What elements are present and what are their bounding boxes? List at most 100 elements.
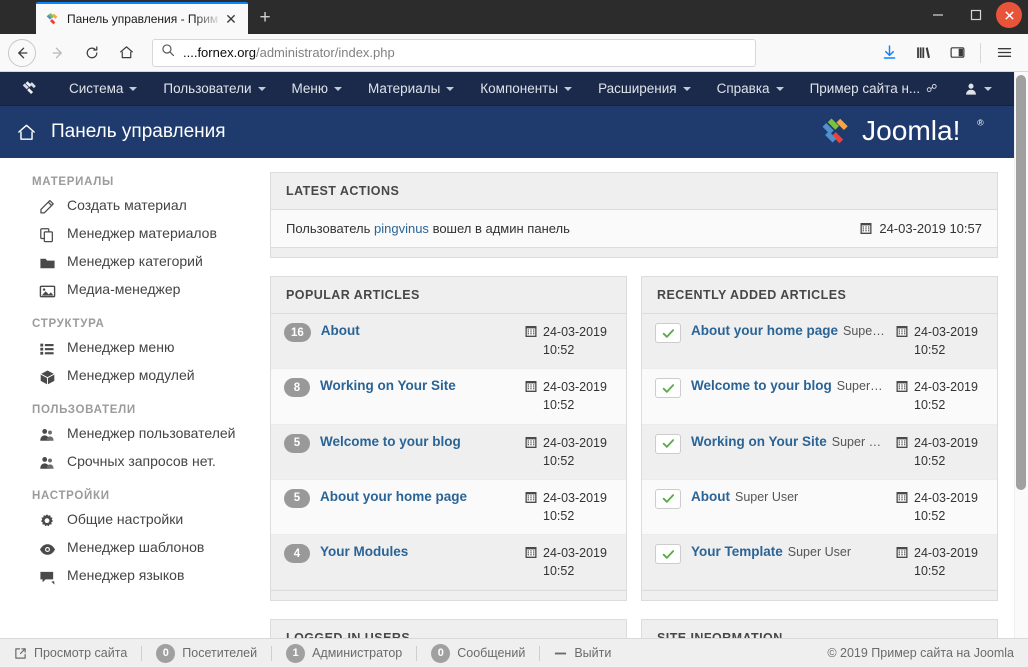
window-minimize-button[interactable] [920, 1, 956, 29]
menu-item-users[interactable]: Пользователи [150, 72, 278, 106]
sidebar-item-label: Менеджер меню [67, 339, 175, 355]
administrators-status[interactable]: 1 Администратор [286, 643, 402, 663]
article-info: 4 Your Modules [284, 544, 525, 580]
panel-popular-articles: POPULAR ARTICLES 16 About 24-03-2019 10:… [270, 276, 627, 602]
home-button-icon[interactable] [110, 38, 142, 68]
new-tab-button[interactable]: + [248, 2, 282, 34]
visitors-status[interactable]: 0 Посетителей [156, 643, 257, 663]
tab-close-icon[interactable]: ✕ [222, 12, 240, 26]
table-row[interactable]: About your home page Supe… 24-03-2019 10… [642, 314, 997, 370]
page-scrollbar-thumb[interactable] [1016, 75, 1026, 490]
page-header: Панель управления Joomla! ® [0, 106, 1028, 158]
window-controls [920, 0, 1028, 30]
article-title-link[interactable]: Welcome to your blog [691, 378, 832, 393]
preview-site-link[interactable]: Просмотр сайта [14, 646, 127, 660]
visitors-count-badge: 0 [156, 643, 176, 663]
sidebar-item-article-manager[interactable]: Менеджер материалов [32, 225, 242, 244]
table-row[interactable]: About Super User 24-03-2019 10:52 [642, 479, 997, 535]
home-icon [16, 122, 37, 143]
article-title-link[interactable]: About your home page [320, 489, 467, 504]
article-date-text: 24-03-2019 10:52 [543, 546, 607, 579]
publish-state-toggle[interactable] [655, 323, 681, 343]
sidebar-item-label: Менеджер материалов [67, 225, 217, 241]
action-text-prefix: Пользователь [286, 221, 371, 236]
publish-state-toggle[interactable] [655, 544, 681, 564]
article-date-text: 24-03-2019 10:52 [543, 490, 607, 523]
article-title-link[interactable]: Your Template [691, 544, 783, 559]
url-bar[interactable]: ....fornex.org/administrator/index.php [152, 38, 756, 67]
sidebar-item-user-manager[interactable]: Менеджер пользователей [32, 425, 242, 444]
library-icon[interactable] [907, 38, 939, 68]
article-title-link[interactable]: Working on Your Site [320, 378, 456, 393]
menu-item-label: Материалы [368, 81, 441, 96]
article-title-link[interactable]: About your home page [691, 323, 838, 338]
table-row[interactable]: 4 Your Modules 24-03-2019 10:52 [271, 535, 626, 591]
action-user-link[interactable]: pingvinus [374, 221, 429, 236]
menu-item-site-preview[interactable]: Пример сайта н... ☍ [797, 72, 951, 106]
sidebar-item-media-manager[interactable]: Медиа-менеджер [32, 281, 242, 300]
messages-count-badge: 0 [431, 643, 451, 663]
table-row[interactable]: 5 About your home page 24-03-2019 10:52 [271, 479, 626, 535]
page-title: Панель управления [51, 121, 226, 142]
sidebar-item-menu-manager[interactable]: Менеджер меню [32, 339, 242, 358]
logout-link[interactable]: Выйти [554, 646, 611, 660]
joomla-admin: Система Пользователи Меню Материалы Комп… [0, 72, 1028, 667]
check-icon [662, 328, 674, 338]
pencil-icon [38, 198, 56, 216]
publish-state-toggle[interactable] [655, 378, 681, 399]
sidebar-item-label: Менеджер пользователей [67, 425, 236, 441]
article-title-link[interactable]: Your Modules [320, 544, 408, 559]
user-menu-button[interactable] [954, 82, 1002, 96]
panel-footer [642, 590, 997, 601]
sidebar-item-module-manager[interactable]: Менеджер модулей [32, 367, 242, 386]
browser-tab-bar: Панель управления - Прим ✕ + [0, 0, 1028, 34]
sidebar-item-global-configuration[interactable]: Общие настройки [32, 511, 242, 530]
article-title-link[interactable]: About [321, 323, 360, 338]
messages-status[interactable]: 0 Сообщений [431, 643, 525, 663]
publish-state-toggle[interactable] [655, 488, 681, 509]
sidebar-item-language-manager[interactable]: Менеджер языков [32, 567, 242, 586]
menu-item-menus[interactable]: Меню [279, 72, 356, 106]
panel-footer [271, 590, 626, 601]
article-info: Working on Your Site Super … [655, 433, 896, 470]
column-left: POPULAR ARTICLES 16 About 24-03-2019 10:… [270, 276, 627, 667]
table-row[interactable]: 8 Working on Your Site 24-03-2019 10:52 [271, 369, 626, 425]
window-maximize-button[interactable] [958, 1, 994, 29]
article-info: 5 About your home page [284, 488, 525, 525]
menu-item-content[interactable]: Материалы [355, 72, 467, 106]
calendar-icon [525, 491, 537, 503]
table-row[interactable]: 16 About 24-03-2019 10:52 [271, 314, 626, 370]
menu-item-label: Меню [291, 81, 329, 96]
svg-text:Joomla!: Joomla! [862, 115, 960, 146]
page-scrollbar-track[interactable] [1014, 72, 1028, 667]
publish-state-toggle[interactable] [655, 433, 681, 454]
menu-item-extensions[interactable]: Расширения [585, 72, 704, 106]
article-title-link[interactable]: Welcome to your blog [320, 434, 461, 449]
menu-item-help[interactable]: Справка [704, 72, 797, 106]
sidebar-icon[interactable] [941, 38, 973, 68]
sidebar-item-new-article[interactable]: Создать материал [32, 197, 242, 216]
article-title-link[interactable]: Working on Your Site [691, 434, 827, 449]
eye-icon [38, 540, 56, 558]
reload-button-icon[interactable] [76, 38, 108, 68]
table-row[interactable]: Welcome to your blog Super… 24-03-2019 1… [642, 369, 997, 425]
window-close-button[interactable] [996, 2, 1022, 28]
sidebar-item-template-manager[interactable]: Менеджер шаблонов [32, 539, 242, 558]
calendar-icon [896, 436, 908, 448]
back-button-icon[interactable] [8, 38, 36, 67]
sidebar-item-no-urgent-requests[interactable]: Срочных запросов нет. [32, 453, 242, 472]
article-date-text: 24-03-2019 10:52 [914, 435, 978, 468]
joomla-mark-icon[interactable] [18, 78, 40, 100]
sidebar-item-category-manager[interactable]: Менеджер категорий [32, 253, 242, 272]
table-row[interactable]: Working on Your Site Super … 24-03-2019 … [642, 424, 997, 480]
menu-item-system[interactable]: Система [56, 72, 150, 106]
table-row[interactable]: 5 Welcome to your blog 24-03-2019 10:52 [271, 424, 626, 480]
menu-item-components[interactable]: Компоненты [467, 72, 585, 106]
browser-toolbar-right [873, 38, 1020, 68]
download-icon[interactable] [873, 38, 905, 68]
browser-tab[interactable]: Панель управления - Прим ✕ [36, 2, 248, 34]
sidebar-group-title-settings: НАСТРОЙКИ [32, 490, 110, 502]
table-row[interactable]: Your Template Super User 24-03-2019 10:5… [642, 535, 997, 591]
article-title-link[interactable]: About [691, 489, 730, 504]
hamburger-menu-icon[interactable] [988, 38, 1020, 68]
